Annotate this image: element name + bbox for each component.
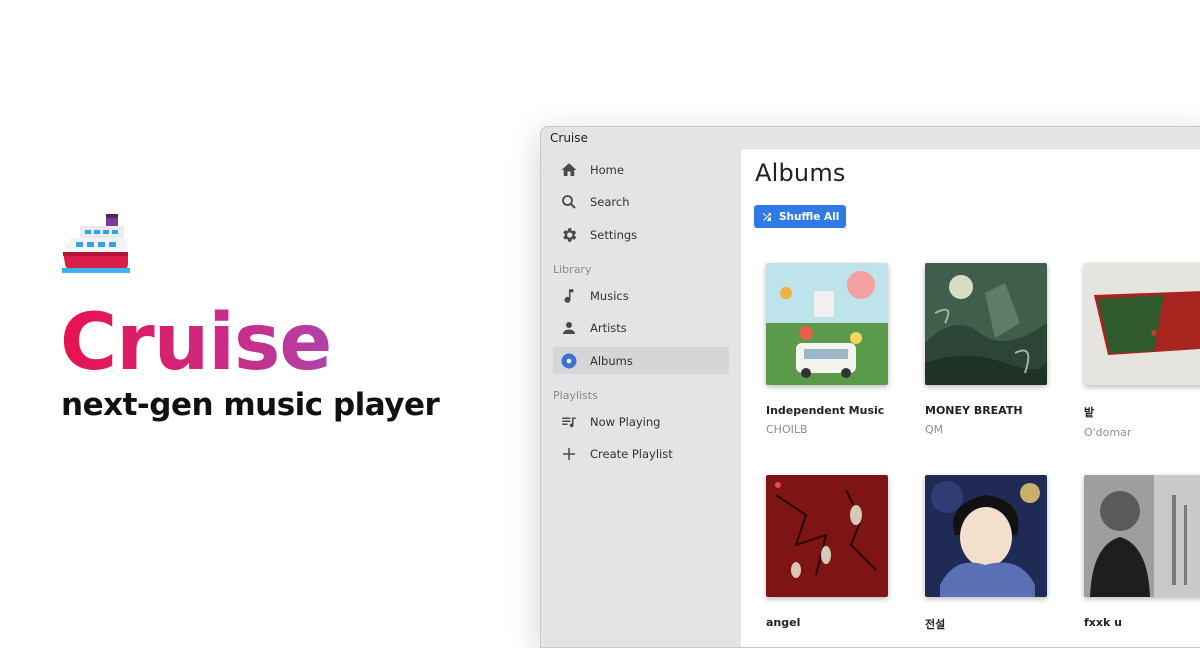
sidebar-item-search[interactable]: Search bbox=[553, 188, 729, 215]
plus-icon bbox=[560, 445, 578, 463]
sidebar-item-label: Search bbox=[590, 194, 630, 209]
album-cover bbox=[925, 263, 1047, 385]
queue-music-icon bbox=[560, 413, 578, 431]
album-cover bbox=[925, 475, 1047, 597]
album-cover bbox=[766, 475, 888, 597]
cruise-ship-icon bbox=[62, 212, 130, 274]
main-panel: Albums Shuffle All Independent Music CHO… bbox=[741, 149, 1200, 647]
album-cover bbox=[766, 263, 888, 385]
album-disc-icon bbox=[560, 352, 578, 370]
album-artist: QM bbox=[925, 423, 944, 436]
shuffle-all-button[interactable]: Shuffle All bbox=[754, 205, 847, 228]
shuffle-all-label: Shuffle All bbox=[779, 210, 840, 223]
sidebar-item-artists[interactable]: Artists bbox=[553, 314, 729, 341]
home-icon bbox=[560, 161, 578, 179]
sidebar-item-now-playing[interactable]: Now Playing bbox=[553, 408, 729, 435]
sidebar-item-settings[interactable]: Settings bbox=[553, 221, 729, 248]
page-title: Albums bbox=[755, 159, 846, 187]
brand-tagline: next-gen music player bbox=[61, 387, 440, 423]
sidebar-item-create-playlist[interactable]: Create Playlist bbox=[553, 440, 729, 467]
album-cover bbox=[1084, 475, 1200, 597]
album-card[interactable]: Independent Music CHOILB bbox=[766, 263, 906, 436]
brand-title: Cruise bbox=[60, 298, 332, 388]
album-card[interactable]: angel bbox=[766, 475, 906, 629]
album-title: angel bbox=[766, 616, 801, 629]
window-title-bar: Cruise bbox=[541, 127, 1200, 149]
window-title: Cruise bbox=[550, 131, 588, 145]
sidebar-item-albums[interactable]: Albums bbox=[553, 347, 729, 374]
album-card[interactable]: 밭 O'domar bbox=[1084, 263, 1200, 439]
music-note-icon bbox=[560, 287, 578, 305]
sidebar-item-label: Now Playing bbox=[590, 414, 661, 429]
album-title: 밭 bbox=[1084, 406, 1095, 419]
sidebar-item-label: Settings bbox=[590, 227, 638, 242]
app-window: Cruise Home Search Settings Library Musi… bbox=[540, 126, 1200, 648]
section-label-playlists: Playlists bbox=[553, 389, 598, 402]
gear-icon bbox=[560, 226, 578, 244]
sidebar-item-label: Artists bbox=[590, 320, 627, 335]
album-card[interactable]: MONEY BREATH QM bbox=[925, 263, 1065, 436]
album-artist: CHOILB bbox=[766, 423, 808, 436]
search-icon bbox=[560, 193, 578, 211]
sidebar-item-label: Albums bbox=[590, 353, 633, 368]
person-icon bbox=[560, 319, 578, 337]
album-artist: O'domar bbox=[1084, 426, 1132, 439]
section-label-library: Library bbox=[553, 263, 592, 276]
shuffle-icon bbox=[763, 212, 771, 221]
album-card[interactable]: 전설 bbox=[925, 475, 1065, 632]
album-title: MONEY BREATH bbox=[925, 404, 1023, 417]
sidebar-item-musics[interactable]: Musics bbox=[553, 282, 729, 309]
sidebar-item-label: Create Playlist bbox=[590, 446, 673, 461]
album-title: fxxk u bbox=[1084, 616, 1122, 629]
sidebar-item-home[interactable]: Home bbox=[553, 156, 729, 183]
sidebar: Home Search Settings Library Musics Arti… bbox=[541, 151, 741, 647]
sidebar-item-label: Home bbox=[590, 162, 624, 177]
album-cover bbox=[1084, 263, 1200, 385]
sidebar-item-label: Musics bbox=[590, 288, 629, 303]
album-card[interactable]: fxxk u bbox=[1084, 475, 1200, 629]
album-title: Independent Music bbox=[766, 404, 885, 417]
